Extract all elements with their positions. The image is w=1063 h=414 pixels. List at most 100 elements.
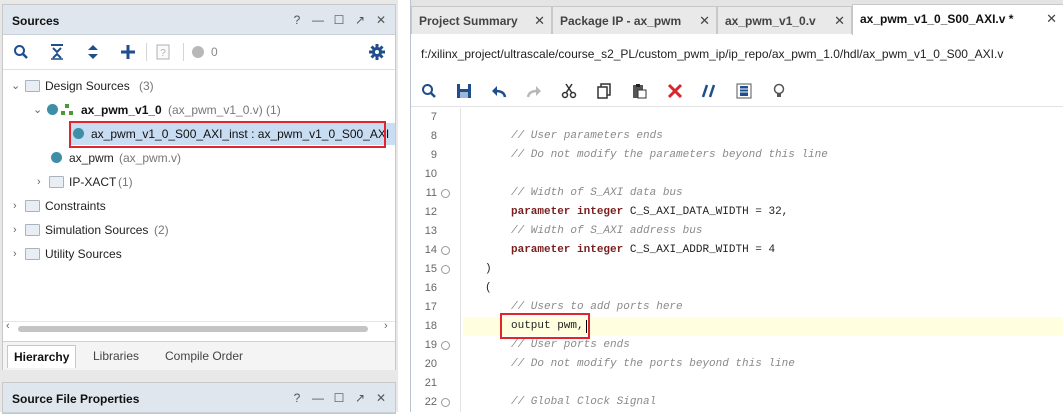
fold-icon[interactable] bbox=[441, 341, 450, 350]
status-dot-icon bbox=[192, 46, 204, 58]
sources-title: Sources bbox=[12, 14, 60, 28]
sources-panel: Sources ? ― ☐ ↗ ✕ ? 0 ⌄ Design Sources (… bbox=[2, 4, 396, 370]
tab-package-ip[interactable]: Package IP - ax_pwm ✕ bbox=[552, 6, 717, 34]
tree-label: ax_pwm_v1_0 bbox=[81, 103, 162, 117]
fold-icon[interactable] bbox=[441, 246, 450, 255]
tree-suffix: (ax_pwm_v1_0.v) (1) bbox=[168, 103, 281, 117]
code-line: 7 bbox=[430, 111, 437, 123]
tree-label: Constraints bbox=[45, 199, 106, 213]
svg-text:?: ? bbox=[160, 48, 166, 59]
tab-compile-order[interactable]: Compile Order bbox=[159, 345, 249, 367]
chevron-right-icon[interactable]: › bbox=[37, 171, 41, 193]
code-line: 15) bbox=[424, 263, 492, 275]
close-tab-icon[interactable]: ✕ bbox=[534, 7, 545, 35]
text-cursor bbox=[586, 320, 587, 333]
tab-project-summary[interactable]: Project Summary ✕ bbox=[411, 6, 552, 34]
module-icon bbox=[51, 152, 62, 163]
copy-icon[interactable] bbox=[596, 83, 612, 99]
fold-icon[interactable] bbox=[441, 398, 450, 407]
code-line: 13// Width of S_AXI address bus bbox=[424, 225, 703, 237]
maximize-icon[interactable]: ☐ bbox=[333, 13, 345, 27]
code-line: 19// User ports ends bbox=[424, 339, 630, 351]
tab-label: ax_pwm_v1_0_S00_AXI.v * bbox=[860, 12, 1014, 26]
folder-icon bbox=[25, 80, 40, 92]
file-path: f:/xilinx_project/ultrascale/course_s2_P… bbox=[421, 47, 1004, 61]
close-icon[interactable]: ✕ bbox=[375, 13, 387, 27]
tab-label: Package IP - ax_pwm bbox=[560, 14, 682, 28]
delete-icon[interactable] bbox=[667, 83, 683, 99]
fold-icon[interactable] bbox=[441, 265, 450, 274]
tree-label: ax_pwm bbox=[69, 151, 114, 165]
code-line: 22// Global Clock Signal bbox=[424, 396, 657, 408]
fold-icon[interactable] bbox=[441, 189, 450, 198]
tree-label: IP-XACT bbox=[69, 175, 117, 189]
collapse-all-icon[interactable] bbox=[49, 44, 65, 60]
tree-node-s00-axi-inst[interactable]: ax_pwm_v1_0_S00_AXI_inst : ax_pwm_v1_0_S… bbox=[71, 123, 395, 145]
code-line: 14 parameter integer C_S_AXI_ADDR_WIDTH =… bbox=[424, 244, 776, 256]
tree-label: ax_pwm_v1_0_S00_AXI_inst : ax_pwm_v1_0_S… bbox=[91, 127, 390, 141]
tab-label: Project Summary bbox=[419, 14, 518, 28]
horizontal-scrollbar[interactable]: ‹ › bbox=[3, 320, 395, 336]
tree-label: Simulation Sources bbox=[45, 223, 149, 237]
status-count: 0 bbox=[211, 45, 218, 59]
module-icon bbox=[73, 128, 84, 139]
search-icon[interactable] bbox=[13, 44, 29, 60]
code-line: 10 bbox=[424, 168, 437, 180]
chevron-down-icon[interactable]: ⌄ bbox=[33, 99, 42, 121]
tree-label: Utility Sources bbox=[45, 247, 122, 261]
lightbulb-icon[interactable] bbox=[771, 83, 787, 99]
code-line: 8// User parameters ends bbox=[430, 130, 663, 142]
search-icon[interactable] bbox=[421, 83, 437, 99]
code-editor[interactable]: 7 8// User parameters ends 9// Do not mo… bbox=[411, 108, 1063, 412]
code-line: 20// Do not modify the ports beyond this… bbox=[424, 358, 795, 370]
properties-title-bar: Source File Properties ? ― ☐ ↗ ✕ bbox=[3, 383, 395, 413]
source-file-properties-panel: Source File Properties ? ― ☐ ↗ ✕ bbox=[2, 382, 396, 414]
folder-icon bbox=[49, 176, 64, 188]
folder-icon bbox=[25, 200, 40, 212]
cut-icon[interactable] bbox=[561, 83, 577, 99]
properties-icon[interactable]: ? bbox=[155, 44, 171, 60]
close-icon[interactable]: ✕ bbox=[375, 391, 387, 405]
tab-libraries[interactable]: Libraries bbox=[87, 345, 145, 367]
left-pane: Sources ? ― ☐ ↗ ✕ ? 0 ⌄ Design Sources (… bbox=[0, 0, 398, 414]
close-tab-icon[interactable]: ✕ bbox=[699, 7, 710, 35]
settings-gear-icon[interactable] bbox=[369, 44, 385, 60]
editor-toolbar bbox=[411, 76, 1063, 107]
code-line: 9// Do not modify the parameters beyond … bbox=[430, 149, 828, 161]
folder-icon bbox=[25, 224, 40, 236]
code-line: 17// Users to add ports here bbox=[424, 301, 683, 313]
help-icon[interactable]: ? bbox=[291, 391, 303, 405]
column-select-icon[interactable] bbox=[736, 83, 752, 99]
close-tab-icon[interactable]: ✕ bbox=[834, 7, 845, 35]
code-line: 16( bbox=[424, 282, 492, 294]
code-line-current: 18 output pwm, bbox=[411, 317, 1063, 336]
comment-toggle-icon[interactable] bbox=[701, 83, 717, 99]
chevron-right-icon[interactable]: › bbox=[13, 195, 17, 217]
minimize-icon[interactable]: ― bbox=[312, 391, 324, 405]
float-icon[interactable]: ↗ bbox=[354, 391, 366, 405]
tab-ax-pwm-s00-axi[interactable]: ax_pwm_v1_0_S00_AXI.v * ✕ bbox=[852, 4, 1063, 35]
float-icon[interactable]: ↗ bbox=[354, 13, 366, 27]
undo-icon[interactable] bbox=[491, 83, 507, 99]
add-sources-icon[interactable] bbox=[120, 44, 136, 60]
code-line: 12 parameter integer C_S_AXI_DATA_WIDTH =… bbox=[424, 206, 789, 218]
help-icon[interactable]: ? bbox=[291, 13, 303, 27]
scrollbar-thumb[interactable] bbox=[18, 326, 368, 332]
chevron-right-icon[interactable]: › bbox=[13, 243, 17, 265]
code-line: 21 bbox=[424, 377, 437, 389]
scroll-left-icon[interactable]: ‹ bbox=[6, 320, 10, 332]
chevron-right-icon[interactable]: › bbox=[13, 219, 17, 241]
minimize-icon[interactable]: ― bbox=[312, 13, 324, 27]
tab-hierarchy[interactable]: Hierarchy bbox=[7, 345, 77, 368]
sources-tree: ⌄ Design Sources (3) ⌄ ax_pwm_v1_0 (ax_p… bbox=[3, 69, 395, 331]
save-icon[interactable] bbox=[456, 83, 472, 99]
close-tab-icon[interactable]: ✕ bbox=[1046, 5, 1057, 33]
tree-suffix: (1) bbox=[118, 175, 133, 189]
paste-icon[interactable] bbox=[631, 83, 647, 99]
scroll-right-icon[interactable]: › bbox=[384, 320, 388, 332]
chevron-down-icon[interactable]: ⌄ bbox=[11, 75, 20, 97]
expand-all-icon[interactable] bbox=[85, 44, 101, 60]
maximize-icon[interactable]: ☐ bbox=[333, 391, 345, 405]
tab-ax-pwm-v1-0[interactable]: ax_pwm_v1_0.v ✕ bbox=[717, 6, 852, 34]
redo-icon[interactable] bbox=[526, 83, 542, 99]
